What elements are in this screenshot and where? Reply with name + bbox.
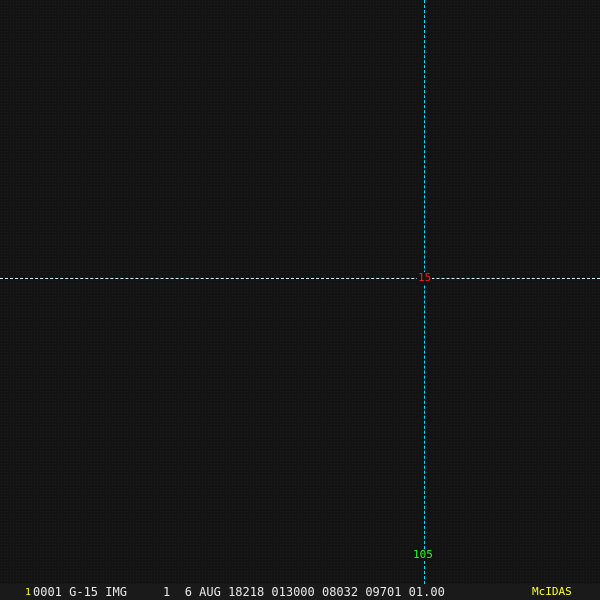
mcidas-display-frame: 15 105 1 0001 G-15 IMG 1 6 AUG 18218 013… [0,0,600,600]
frame-number: 1 [25,587,32,598]
longitude-grid-line [424,0,425,584]
satellite-image [0,0,600,584]
longitude-label: 105 [412,548,434,561]
mcidas-logo: McIDAS [532,585,572,598]
status-bar: 1 0001 G-15 IMG 1 6 AUG 18218 013000 080… [0,584,600,600]
latitude-label: 15 [417,271,433,284]
latitude-grid-line [0,278,600,279]
image-info-text: 0001 G-15 IMG 1 6 AUG 18218 013000 08032… [33,585,445,599]
